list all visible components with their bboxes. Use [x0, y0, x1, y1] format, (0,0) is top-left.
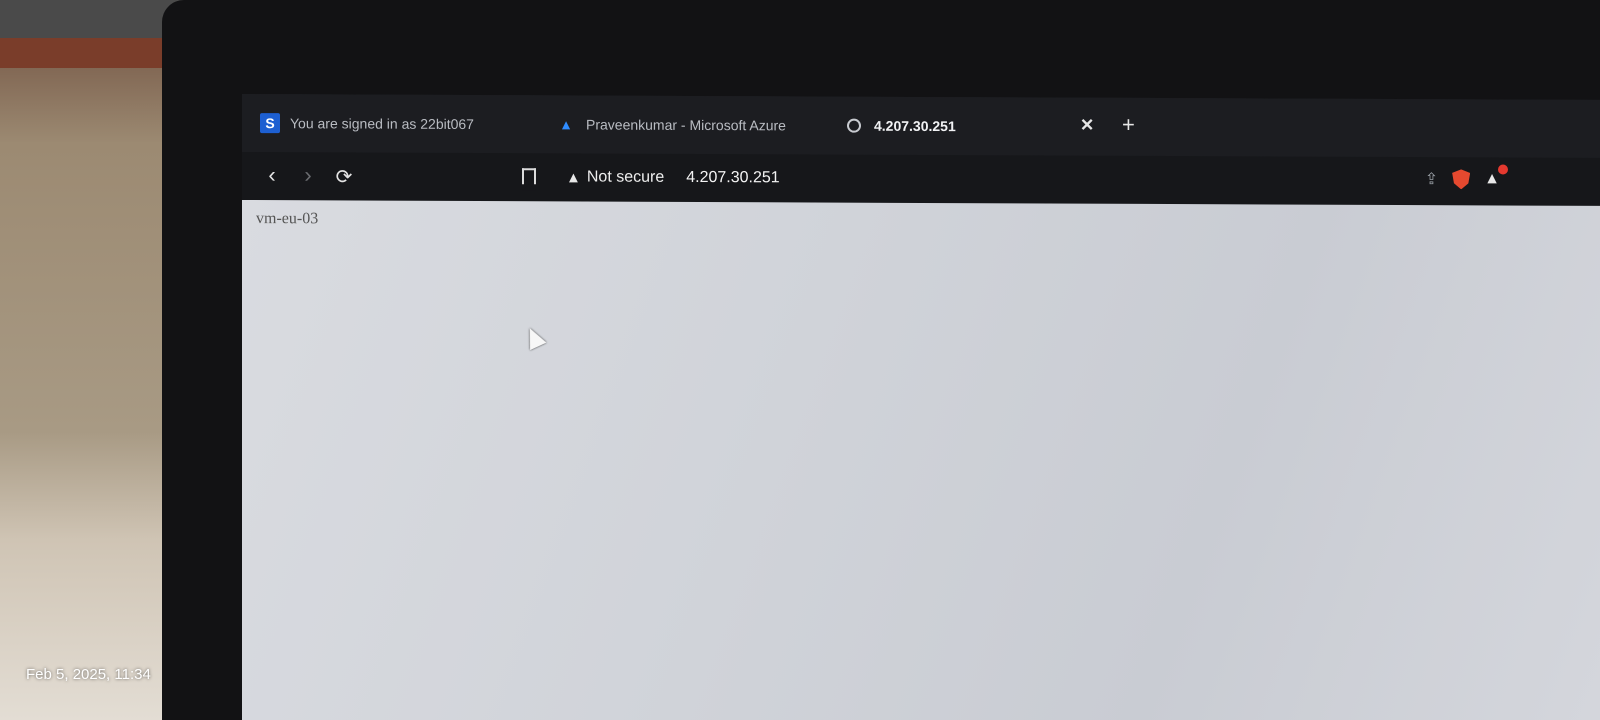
mouse-cursor-icon	[521, 324, 547, 351]
close-tab-icon[interactable]: ✕	[1080, 116, 1094, 136]
rewards-icon[interactable]: ▲	[1484, 164, 1508, 188]
url-text[interactable]: 4.207.30.251	[686, 169, 779, 187]
tab-signed-in[interactable]: S You are signed in as 22bit067	[260, 108, 474, 139]
browser-window: S You are signed in as 22bit067 ▲ Pravee…	[242, 94, 1600, 720]
share-icon[interactable]: ⇪	[1425, 169, 1438, 189]
address-bar[interactable]: ▲ Not secure 4.207.30.251	[566, 163, 780, 192]
reload-icon[interactable]: ⟳	[332, 164, 356, 189]
tab-azure[interactable]: ▲ Praveenkumar - Microsoft Azure	[556, 109, 786, 140]
forward-arrow-icon[interactable]: ›	[296, 162, 320, 188]
globe-icon	[844, 116, 864, 136]
tab-label: 4.207.30.251	[874, 117, 956, 135]
toolbar-right-icons: ⇪ ▲	[1425, 164, 1508, 189]
tab-ip-address[interactable]: 4.207.30.251	[844, 111, 956, 141]
tab-label: You are signed in as 22bit067	[290, 115, 474, 133]
browser-toolbar: ‹ › ⟳ ▲ Not secure 4.207.30.251 ⇪ ▲	[242, 152, 1600, 206]
warning-icon: ▲	[566, 168, 581, 186]
back-arrow-icon[interactable]: ‹	[260, 162, 284, 188]
photo-scene: S You are signed in as 22bit067 ▲ Pravee…	[0, 0, 1600, 720]
page-body-text: vm-eu-03	[256, 210, 319, 228]
tab-label: Praveenkumar - Microsoft Azure	[586, 116, 786, 134]
new-tab-icon[interactable]: +	[1122, 112, 1135, 138]
s-logo-icon: S	[260, 113, 280, 134]
photo-timestamp: Feb 5, 2025, 11:34	[26, 666, 151, 683]
security-status[interactable]: Not secure	[587, 169, 664, 187]
tab-strip: S You are signed in as 22bit067 ▲ Pravee…	[242, 94, 1600, 158]
notification-dot	[1498, 164, 1508, 175]
brave-shield-icon[interactable]	[1452, 169, 1470, 189]
azure-icon: ▲	[559, 116, 573, 133]
page-content: vm-eu-03	[242, 200, 1600, 720]
bookmark-icon[interactable]	[522, 168, 536, 185]
